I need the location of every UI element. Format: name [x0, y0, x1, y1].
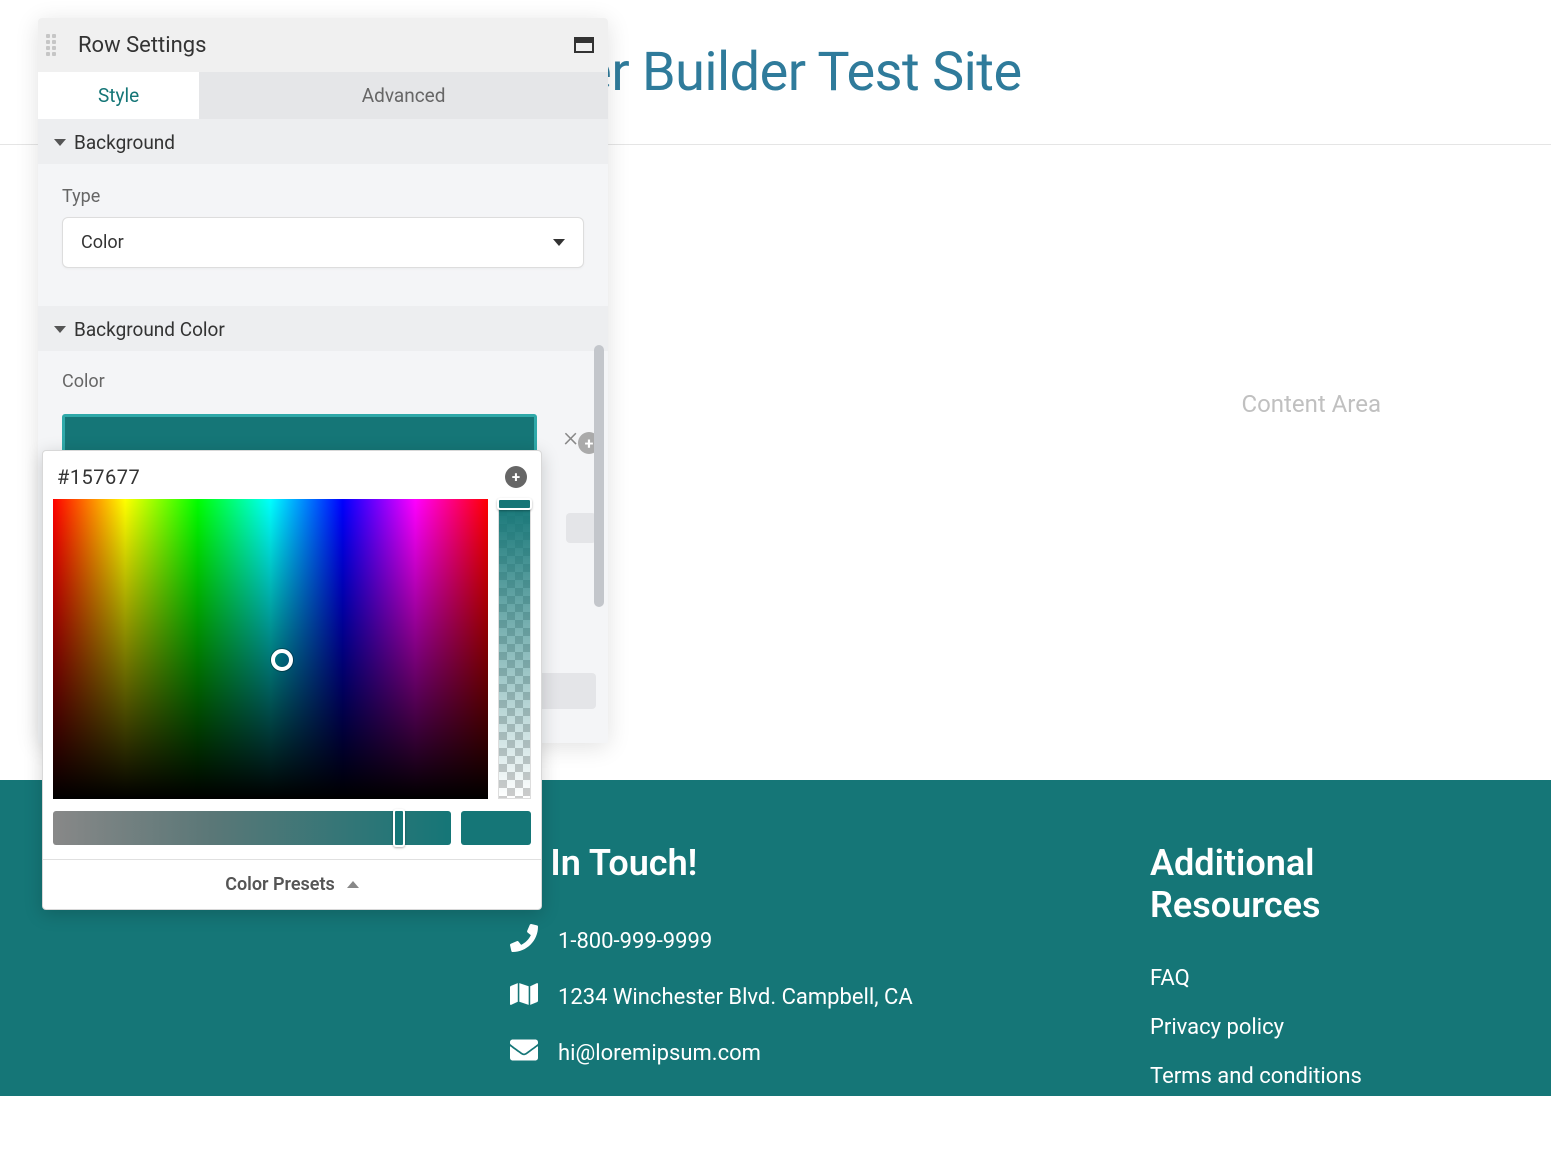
map-icon	[510, 980, 538, 1014]
field-type: Type Color	[38, 178, 608, 274]
contact-email: hi@loremipsum.com	[510, 1036, 1030, 1070]
footer-link-privacy[interactable]: Privacy policy	[1150, 1015, 1451, 1040]
color-spectrum[interactable]	[53, 499, 488, 799]
spectrum-handle[interactable]	[271, 649, 293, 671]
contact-phone-value: 1-800-999-9999	[558, 929, 712, 954]
type-select[interactable]: Color	[62, 217, 584, 268]
contact-address: 1234 Winchester Blvd. Campbell, CA	[510, 980, 1030, 1014]
color-presets-toggle[interactable]: Color Presets	[43, 859, 541, 909]
contact-address-value: 1234 Winchester Blvd. Campbell, CA	[558, 985, 913, 1010]
envelope-icon	[510, 1036, 538, 1070]
scrollbar-thumb[interactable]	[594, 345, 604, 607]
expand-icon[interactable]	[574, 37, 594, 53]
field-type-label: Type	[62, 186, 584, 207]
drag-handle-icon[interactable]	[46, 28, 64, 62]
footer-col-contact: et In Touch! 1-800-999-9999 1234 Winches…	[510, 850, 1030, 1161]
footer-link-faq[interactable]: FAQ	[1150, 966, 1451, 991]
panel-tabs: Style Advanced	[38, 72, 608, 119]
section-background-label: Background	[74, 131, 175, 154]
type-select-value: Color	[81, 232, 124, 253]
chevron-up-icon	[347, 881, 359, 888]
color-picker-popover: #157677 + Color Presets	[42, 450, 542, 910]
phone-icon	[510, 924, 538, 958]
footer-link-terms[interactable]: Terms and conditions	[1150, 1064, 1451, 1089]
chevron-down-icon	[553, 239, 565, 246]
save-preset-button[interactable]: +	[505, 466, 527, 488]
contact-phone: 1-800-999-9999	[510, 924, 1030, 958]
row-settings-panel: Row Settings Style Advanced Background T…	[38, 18, 608, 743]
color-presets-label: Color Presets	[225, 874, 335, 895]
tab-style[interactable]: Style	[38, 72, 199, 119]
section-background-header[interactable]: Background	[38, 119, 608, 164]
chevron-down-icon	[54, 139, 66, 146]
hue-thumb[interactable]	[393, 809, 405, 847]
get-in-touch-heading: et In Touch!	[510, 842, 1030, 884]
panel-title: Row Settings	[78, 33, 574, 58]
chevron-down-icon	[54, 326, 66, 333]
section-bgcolor-header[interactable]: Background Color	[38, 306, 608, 351]
field-color-label: Color	[62, 371, 584, 392]
alpha-thumb[interactable]	[497, 498, 532, 510]
footer-col-resources: Additional Resources FAQ Privacy policy …	[1150, 850, 1451, 1161]
resources-heading: Additional Resources	[1150, 842, 1451, 926]
panel-header[interactable]: Row Settings	[38, 18, 608, 72]
tab-advanced[interactable]: Advanced	[199, 72, 608, 119]
hue-slider[interactable]	[53, 811, 451, 845]
alpha-slider[interactable]	[498, 499, 531, 799]
contact-email-value: hi@loremipsum.com	[558, 1041, 761, 1066]
section-bgcolor-label: Background Color	[74, 318, 225, 341]
content-area-placeholder: Content Area	[1241, 390, 1381, 418]
current-color-swatch	[461, 811, 531, 845]
hex-value[interactable]: #157677	[57, 465, 140, 489]
